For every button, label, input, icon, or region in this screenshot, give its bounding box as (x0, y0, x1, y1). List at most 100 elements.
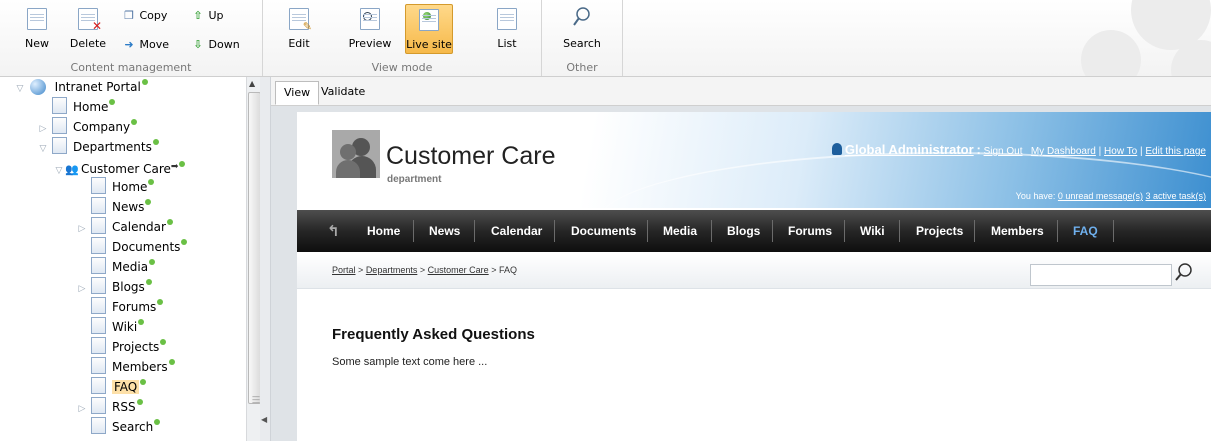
tree-item-label: Forums (112, 300, 157, 314)
nav-home[interactable]: Home (367, 210, 400, 252)
search-button[interactable]: Search (560, 4, 604, 52)
page-heading: Frequently Asked Questions (332, 326, 535, 343)
tree-item-blogs[interactable]: ▷ Blogs (73, 277, 152, 297)
tree-item-projects[interactable]: Projects (91, 337, 167, 357)
copy-button[interactable]: ❐ Copy (122, 8, 167, 24)
nav-faq[interactable]: FAQ (1073, 210, 1098, 252)
expand-triangle-icon[interactable]: ▷ (73, 399, 91, 419)
tree-item-home[interactable]: Home (91, 177, 155, 197)
collapse-triangle-icon[interactable]: ▽ (34, 139, 52, 159)
how-to-link[interactable]: How To (1104, 146, 1137, 157)
copy-label: Copy (139, 9, 168, 22)
nav-media[interactable]: Media (663, 210, 697, 252)
tree-item-rss[interactable]: ▷ RSS (73, 397, 143, 417)
tree-item-label: Departments (73, 140, 152, 154)
delete-button-label: Delete (69, 37, 107, 50)
nav-forums[interactable]: Forums (788, 210, 832, 252)
tree-item-news[interactable]: News (91, 197, 152, 217)
down-button[interactable]: ⇩ Down (191, 37, 240, 53)
tree-item-search[interactable]: Search (91, 417, 161, 437)
new-document-icon (27, 8, 47, 30)
live-site-globe-icon (419, 9, 439, 31)
page-icon (91, 217, 106, 234)
nav-wiki[interactable]: Wiki (860, 210, 885, 252)
page-icon (52, 137, 67, 154)
tree-item-label: Wiki (112, 320, 138, 334)
tree-item-forums[interactable]: Forums (91, 297, 164, 317)
collapse-panel-arrow-icon[interactable]: ◀ (261, 415, 267, 424)
unread-messages-link[interactable]: 0 unread message(s) (1058, 191, 1143, 201)
page-body-text: Some sample text come here ... (332, 356, 488, 368)
tree-item-label: Projects (112, 340, 160, 354)
collapse-triangle-icon[interactable]: ▽ (53, 161, 65, 181)
expand-triangle-icon[interactable]: ▷ (73, 219, 91, 239)
nav-news[interactable]: News (429, 210, 460, 252)
tree-item-members[interactable]: Members (91, 357, 175, 377)
home-return-icon[interactable]: ↰ (327, 222, 340, 240)
tree-item-label: Members (112, 360, 168, 374)
new-button[interactable]: New (15, 4, 59, 52)
tree-item-documents[interactable]: Documents (91, 237, 188, 257)
tree-item-intranet-portal[interactable]: ▽ Intranet Portal (14, 77, 148, 97)
up-button[interactable]: ⇧ Up (191, 8, 223, 24)
tree-item-label: Media (112, 260, 149, 274)
view-mode-label: View mode (371, 61, 433, 74)
link-separator: | (1140, 146, 1143, 157)
nav-documents[interactable]: Documents (571, 210, 636, 252)
nav-projects[interactable]: Projects (916, 210, 963, 252)
breadcrumb-customer-care-link[interactable]: Customer Care (428, 265, 489, 275)
published-status-icon (138, 319, 145, 325)
tree-item-wiki[interactable]: Wiki (91, 317, 145, 337)
expand-triangle-icon[interactable]: ▷ (73, 279, 91, 299)
scroll-up-arrow-icon[interactable]: ▲ (249, 79, 255, 88)
tree-item-home[interactable]: Home (52, 97, 116, 117)
tree-scrollbar[interactable]: ▲ — — — (246, 77, 261, 441)
page-icon (91, 297, 106, 314)
site-header: Customer Care department Global Administ… (297, 112, 1211, 208)
down-label: Down (208, 38, 240, 51)
breadcrumb-departments-link[interactable]: Departments (366, 265, 418, 275)
active-tasks-link[interactable]: 3 active task(s) (1145, 191, 1206, 201)
nav-blogs[interactable]: Blogs (727, 210, 760, 252)
published-status-icon (145, 199, 152, 205)
sign-out-link[interactable]: Sign Out (984, 146, 1023, 157)
search-icon[interactable] (1174, 262, 1194, 282)
preview-button-label: Preview (348, 37, 392, 50)
user-separator: : (976, 142, 981, 157)
collapse-triangle-icon[interactable]: ▽ (14, 79, 26, 99)
tree-item-company[interactable]: ▷ Company (34, 117, 138, 139)
published-status-icon (181, 239, 188, 245)
tree-item-media[interactable]: Media (91, 257, 156, 277)
site-search-input[interactable] (1030, 264, 1172, 286)
tree-item-calendar[interactable]: ▷ Calendar (73, 217, 173, 237)
live-site-button[interactable]: Live site (405, 4, 453, 54)
list-view-icon (497, 8, 517, 30)
page-icon (52, 97, 67, 114)
published-status-icon (131, 119, 138, 125)
content-management-label: Content management (70, 61, 192, 74)
nav-calendar[interactable]: Calendar (491, 210, 542, 252)
copy-icon: ❐ (124, 9, 134, 22)
published-status-icon (166, 219, 173, 225)
expand-triangle-icon[interactable]: ▷ (34, 119, 52, 139)
move-label: Move (139, 38, 170, 51)
move-button[interactable]: ➜ Move (122, 37, 169, 53)
panel-splitter[interactable]: ◀ (260, 77, 271, 441)
nav-members[interactable]: Members (991, 210, 1044, 252)
tab-validate[interactable]: Validate (313, 81, 373, 103)
ribbon-decoration (1061, 0, 1211, 76)
my-dashboard-link[interactable]: My Dashboard (1031, 146, 1096, 157)
edit-this-page-link[interactable]: Edit this page (1145, 146, 1206, 157)
delete-button[interactable]: ✕ Delete (66, 4, 110, 52)
user-name-link[interactable]: Global Administrator (845, 142, 974, 157)
breadcrumb-bar: Portal > Departments > Customer Care > F… (297, 254, 1211, 289)
breadcrumb-portal-link[interactable]: Portal (332, 265, 356, 275)
tree-item-customer-care[interactable]: ▽ 👥 Customer Care➡ (53, 157, 186, 177)
tree-item-label: Home (73, 100, 109, 114)
tree-item-faq[interactable]: FAQ (91, 377, 147, 397)
user-bar: Global Administrator : Sign Out My Dashb… (782, 142, 1206, 157)
tree-item-departments[interactable]: ▽ Departments (34, 137, 159, 157)
list-button[interactable]: List (485, 4, 529, 52)
edit-button[interactable]: ✎ Edit (277, 4, 321, 52)
preview-button[interactable]: Preview (345, 4, 395, 52)
